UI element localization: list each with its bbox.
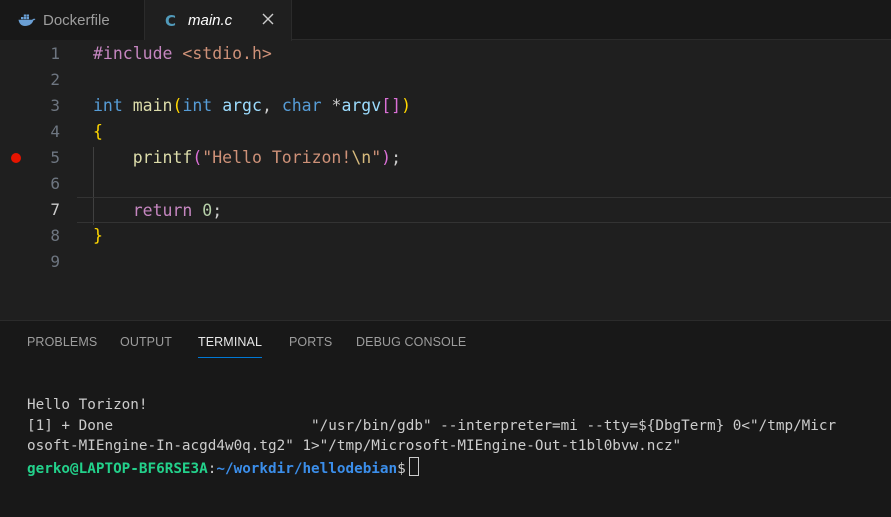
string-literal: "Hello Torizon! <box>202 148 352 167</box>
escape-sequence: \n <box>351 148 372 167</box>
terminal-prompt: gerko@LAPTOP-BF6RSE3A:~/workdir/hellodeb… <box>27 456 836 480</box>
tab-problems[interactable]: PROBLEMS <box>27 335 97 349</box>
code-editor[interactable]: 1 #include <stdio.h> 2 3 int main(int ar… <box>0 41 891 319</box>
bottom-panel: PROBLEMS OUTPUT TERMINAL PORTS DEBUG CON… <box>0 320 891 517</box>
line-number: 3 <box>50 96 60 115</box>
code-line[interactable]: 6 <box>0 171 891 197</box>
tab-debug-console[interactable]: DEBUG CONSOLE <box>356 335 466 349</box>
terminal-line: osoft-MIEngine-In-acgd4w0q.tg2" 1>"/tmp/… <box>27 438 682 454</box>
docker-icon <box>18 12 36 28</box>
terminal-output[interactable]: Hello Torizon! [1] + Done "/usr/bin/gdb" … <box>27 395 836 479</box>
line-number: 6 <box>50 174 60 193</box>
return-keyword: return <box>132 201 193 220</box>
close-icon[interactable] <box>259 10 277 28</box>
tab-main-c-label: main.c <box>188 12 233 29</box>
param-argv: argv <box>341 96 382 115</box>
panel-tab-bar: PROBLEMS OUTPUT TERMINAL PORTS DEBUG CON… <box>0 321 891 363</box>
function-call: printf <box>132 148 193 167</box>
line-number: 1 <box>50 44 60 63</box>
semicolon: ; <box>391 148 401 167</box>
vscode-window: Dockerfile C main.c 1 #include <stdio.h>… <box>0 0 891 517</box>
param-type: int <box>182 96 213 115</box>
tab-main-c[interactable]: C main.c <box>145 0 292 41</box>
paren-close: ) <box>381 148 392 167</box>
brace-open: { <box>93 122 103 141</box>
function-name: main <box>132 96 173 115</box>
line-number: 4 <box>50 122 60 141</box>
terminal-line: Hello Torizon! <box>27 397 148 413</box>
prompt-path: ~/workdir/hellodebian <box>216 460 398 477</box>
code-line[interactable]: 9 <box>0 249 891 275</box>
line-number: 7 <box>50 200 60 219</box>
string-literal-end: " <box>371 148 382 167</box>
tab-terminal[interactable]: TERMINAL <box>198 335 263 358</box>
preprocessor-directive: #include <box>93 44 173 63</box>
tab-ports[interactable]: PORTS <box>289 335 332 349</box>
number-literal: 0 <box>202 201 213 220</box>
paren-close: ) <box>401 96 411 115</box>
semicolon: ; <box>212 201 223 220</box>
line-number: 8 <box>50 226 60 245</box>
param-type: char <box>281 96 322 115</box>
paren-open: ( <box>192 148 203 167</box>
pointer-star: * <box>331 96 342 115</box>
array-brackets: [] <box>381 96 402 115</box>
brace-close: } <box>93 226 103 245</box>
tab-output[interactable]: OUTPUT <box>120 335 172 349</box>
param-argc: argc <box>222 96 262 115</box>
paren-open: ( <box>172 96 183 115</box>
c-file-icon: C <box>165 11 177 30</box>
include-header: <stdio.h> <box>182 44 272 63</box>
code-line[interactable]: 5 printf("Hello Torizon!\n"); <box>0 145 891 171</box>
line-number: 5 <box>50 148 60 167</box>
prompt-user-host: gerko@LAPTOP-BF6RSE3A <box>27 460 208 477</box>
code-line[interactable]: 1 #include <stdio.h> <box>0 41 891 67</box>
tab-dockerfile-label: Dockerfile <box>43 11 110 29</box>
code-line[interactable]: 4 { <box>0 119 891 145</box>
editor-tab-bar: Dockerfile C main.c <box>0 0 891 41</box>
comma: , <box>261 96 272 115</box>
tab-dockerfile[interactable]: Dockerfile <box>0 0 145 40</box>
line-number: 9 <box>50 252 60 271</box>
return-type: int <box>93 96 123 115</box>
code-line[interactable]: 3 int main(int argc, char *argv[]) <box>0 93 891 119</box>
code-line[interactable]: 2 <box>0 67 891 93</box>
line-number: 2 <box>50 70 60 89</box>
prompt-symbol: $ <box>397 460 406 477</box>
code-line[interactable]: 8 } <box>0 223 891 249</box>
code-line-current[interactable]: 7 return 0; <box>0 197 891 223</box>
terminal-cursor[interactable] <box>408 456 419 476</box>
terminal-line: [1] + Done "/usr/bin/gdb" --interpreter=… <box>27 417 837 434</box>
